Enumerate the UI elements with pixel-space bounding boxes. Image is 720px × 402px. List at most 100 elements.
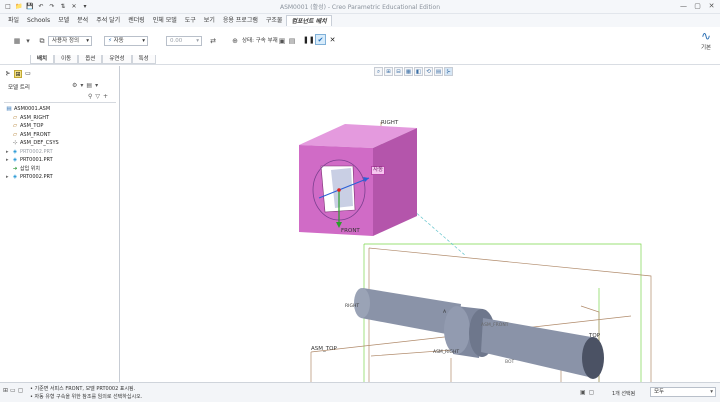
tab-analysis[interactable]: 분석 (73, 15, 92, 26)
tree-item[interactable]: ▱ ASM_TOP (6, 122, 118, 131)
tab-tools[interactable]: 도구 (181, 15, 200, 26)
tree-item[interactable]: ▤ ASM0001.ASM (6, 105, 118, 114)
browser-toggle-icon[interactable]: ▭ (10, 387, 16, 394)
subtab-move[interactable]: 이동 (54, 55, 79, 64)
part-icon: ◈ (12, 148, 18, 155)
tree-item[interactable]: ➜ 삽입 위치 (6, 165, 118, 174)
model-tree-title: 모델 트리 (8, 85, 30, 91)
tree-item[interactable]: ▱ ASM_FRONT (6, 131, 118, 140)
ok-check-icon[interactable]: ✔ (315, 34, 326, 45)
part-icon: ◈ (12, 157, 18, 163)
dashboard-subtabs: 배치 이동 옵션 유연성 특성 (30, 55, 156, 64)
subtab-options[interactable]: 옵션 (78, 55, 103, 64)
tree-item[interactable]: ▸ ◈ PRT0002.PRT (6, 148, 118, 157)
zoom-in-icon[interactable]: ⊞ (384, 67, 393, 76)
status-message-2: • 자동 유형 구속을 위한 참조를 임의로 선택하십시오. (30, 394, 143, 400)
insert-icon: ➜ (12, 165, 18, 172)
tab-framework[interactable]: 구조물 (262, 15, 287, 26)
tree-item-label: PRT0002.PRT (20, 174, 53, 180)
menu-bar: 파일 Schools 모델 분석 주석 달기 렌더링 인체 모델 도구 보기 응… (0, 14, 720, 27)
tab-component-placement[interactable]: 컴포넌트 배치 (286, 15, 332, 26)
dragger-center[interactable] (337, 188, 341, 192)
tree-item[interactable]: ▸ ◈ PRT0002.PRT (6, 173, 118, 182)
tab-schools[interactable]: Schools (23, 15, 54, 26)
fullscreen-icon[interactable]: ▢ (18, 387, 24, 394)
title-bar: □ 📁 💾 ↶ ↷ ⇅ ✕ ▾ ASM0001 (활성) - Creo Para… (0, 0, 720, 14)
refit-icon[interactable]: ⌕ (374, 67, 383, 76)
label-asm-front: ASM_FRONT (481, 323, 509, 328)
flip-icon[interactable]: ⇄ (208, 36, 218, 46)
tab-annotate[interactable]: 주석 달기 (92, 15, 124, 26)
view-manager-icon[interactable]: ▤ (434, 67, 443, 76)
constraint-set-dropdown[interactable]: 사용자 정의 ▾ (48, 36, 92, 46)
tree-item[interactable]: ▱ ASM_RIGHT (6, 114, 118, 123)
tree-item-label: PRT0002.PRT (20, 148, 53, 155)
tree-item-label: PRT0001.PRT (20, 157, 53, 163)
tab-render[interactable]: 렌더링 (124, 15, 149, 26)
block-part (299, 124, 417, 236)
ribbon-tabs: 파일 Schools 모델 분석 주석 달기 렌더링 인체 모델 도구 보기 응… (4, 15, 332, 26)
tab-model[interactable]: 모델 (54, 15, 73, 26)
tree-item-label: ASM_RIGHT (20, 114, 50, 121)
status-message-1: • 기준면 서피스 FRONT, 모델 PRT0002 표시됨. (30, 386, 136, 392)
chevron-down-icon[interactable]: ▾ (24, 36, 32, 46)
tree-item-label: ASM_TOP (20, 123, 44, 129)
select-box-icon[interactable]: ▢ (589, 389, 595, 396)
window-controls: — ▢ ✕ (677, 1, 718, 12)
label-bot: BOT (505, 360, 515, 365)
graphics-viewport[interactable]: ⌕ ⊞ ⊟ ▦ ◧ ⟲ ▤ ⊱ RIGHT FRONT 자동 RIGHT ASM… (121, 66, 720, 382)
tree-settings-icon[interactable]: ⚙ (72, 82, 77, 89)
part-icon: ◈ (12, 174, 18, 180)
model-tree-tab-icon[interactable]: ⊞ (14, 70, 22, 78)
tree-item-label: ASM0001.ASM (14, 106, 51, 112)
label-a: A (443, 310, 447, 315)
datum-plane-icon: ▱ (12, 123, 18, 129)
repaint-icon[interactable]: ▦ (404, 67, 413, 76)
view-toolbar: ⌕ ⊞ ⊟ ▦ ◧ ⟲ ▤ ⊱ (374, 67, 453, 76)
subtab-flexibility[interactable]: 유연성 (102, 55, 132, 64)
display-style-icon[interactable]: ◧ (414, 67, 423, 76)
regen-status-icon[interactable]: ▣ (580, 389, 586, 396)
rigid-connection-icon[interactable]: ⧉ (38, 36, 46, 46)
folder-browser-icon[interactable]: ▭ (24, 70, 32, 78)
show-icon[interactable]: ▤ (86, 82, 92, 89)
tab-view[interactable]: 보기 (200, 15, 219, 26)
move-icon[interactable]: ⊕ (230, 36, 240, 46)
saved-orientations-icon[interactable]: ⟲ (424, 67, 433, 76)
chevron-down-icon[interactable]: ▾ (95, 82, 98, 89)
cancel-x-icon[interactable]: ✕ (328, 35, 337, 45)
label-right-small: RIGHT (345, 304, 360, 309)
assembly-constraint-icon[interactable]: ▦ (12, 36, 22, 46)
selection-filter-dropdown[interactable]: 모두 ▾ (650, 387, 716, 397)
tree-item[interactable]: ⊹ ASM_DEF_CSYS (6, 139, 118, 148)
model-graphics[interactable] (121, 66, 720, 382)
close-button[interactable]: ✕ (705, 1, 718, 12)
subtab-properties[interactable]: 특성 (131, 55, 156, 64)
default-style-button[interactable]: ∿ 기본 (696, 29, 716, 51)
tab-file[interactable]: 파일 (4, 15, 23, 26)
divider (4, 102, 116, 103)
tab-manikin[interactable]: 인체 모델 (149, 15, 181, 26)
maximize-button[interactable]: ▢ (691, 1, 704, 12)
search-icon[interactable]: ⚲ (88, 93, 92, 100)
navigator-tabs: ⊱ ⊞ ▭ (4, 70, 32, 78)
chevron-down-icon[interactable]: ▾ (80, 82, 83, 89)
subtab-placement[interactable]: 배치 (30, 55, 55, 64)
datum-display-icon[interactable]: ⊱ (444, 67, 453, 76)
pause-icon[interactable]: ❚❚ (303, 35, 315, 45)
constraint-type-dropdown[interactable]: ⚡ 자동 ▾ (104, 36, 148, 46)
layer-tree-icon[interactable]: ⊱ (4, 70, 12, 78)
tab-applications[interactable]: 응용 프로그램 (219, 15, 262, 26)
add-icon[interactable]: + (103, 93, 108, 100)
tree-item[interactable]: ▸ ◈ PRT0001.PRT (6, 156, 118, 165)
offset-input[interactable]: 0.00 ▾ (166, 36, 202, 46)
filter-icon[interactable]: ▽ (95, 93, 100, 100)
tree-toggle-icon[interactable]: ⊞ (3, 387, 8, 394)
selection-count: 1개 선택됨 (612, 391, 636, 397)
shaft-part (354, 288, 604, 379)
preview-icon[interactable]: ▤ (288, 36, 296, 46)
minimize-button[interactable]: — (677, 1, 690, 12)
datum-plane-icon: ▱ (12, 131, 18, 138)
zoom-out-icon[interactable]: ⊟ (394, 67, 403, 76)
separate-window-icon[interactable]: ▣ (278, 36, 286, 46)
